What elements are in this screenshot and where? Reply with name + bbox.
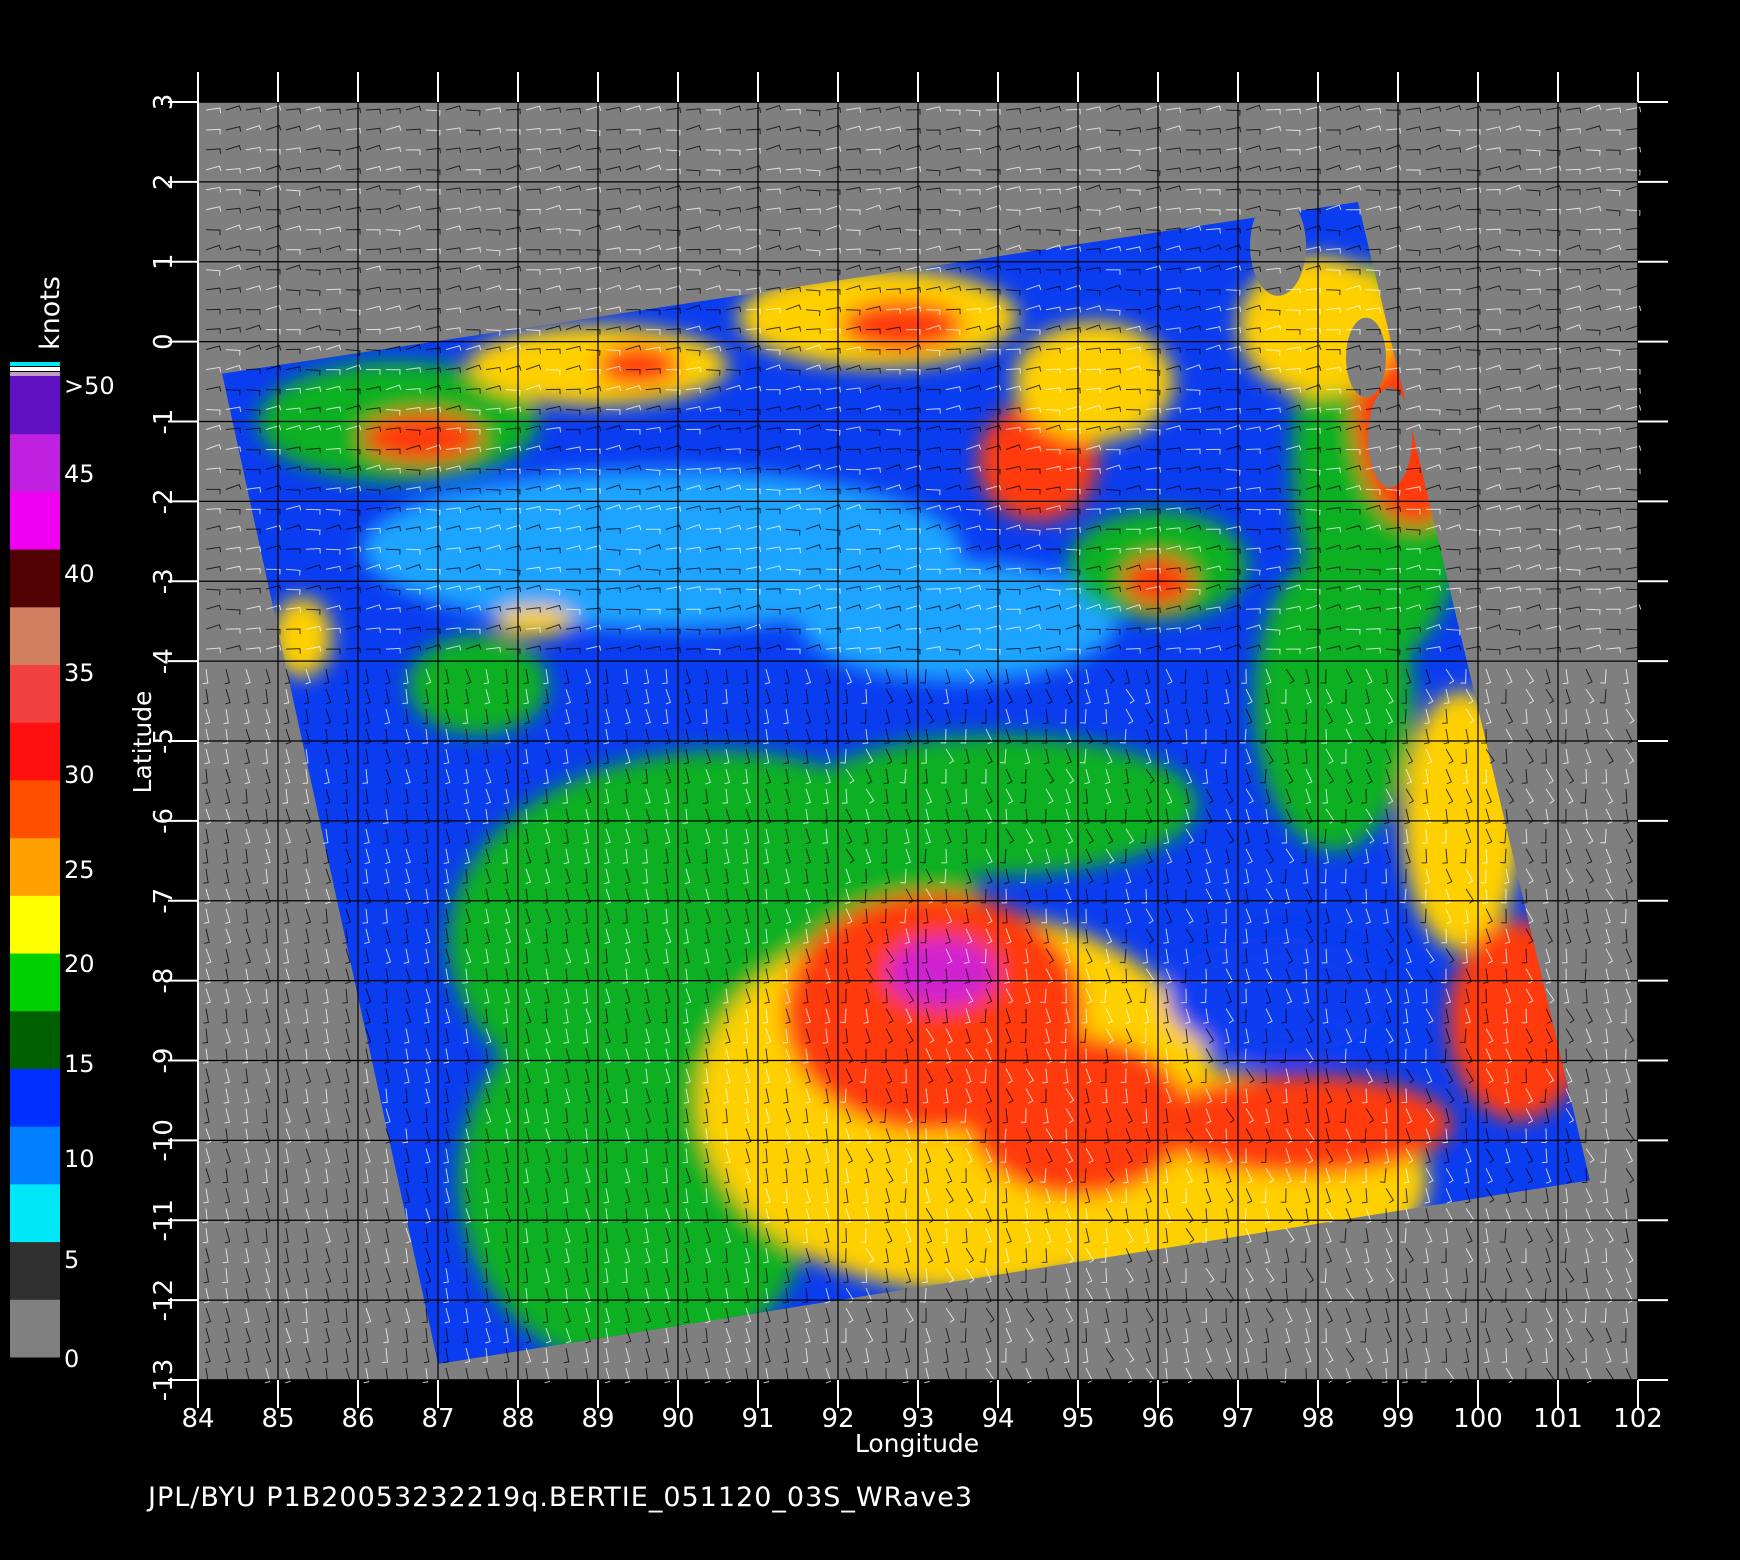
x-tick-label: 94 <box>981 1404 1014 1434</box>
colorbar-label: >50 <box>64 372 115 400</box>
x-axis-label: Longitude <box>855 1429 979 1458</box>
x-tick-label: 87 <box>421 1404 454 1434</box>
x-tick-label: 97 <box>1221 1404 1254 1434</box>
colorbar-label: 25 <box>64 856 95 884</box>
colorbar-swatch <box>10 1241 60 1300</box>
colorbar-swatch <box>10 376 60 435</box>
x-tick-label: 99 <box>1381 1404 1414 1434</box>
y-tick-label: -4 <box>149 648 179 674</box>
colorbar-label: 40 <box>64 560 95 588</box>
y-tick-label: 0 <box>149 333 179 350</box>
y-tick-label: -10 <box>149 1119 179 1161</box>
colorbar-label: 30 <box>64 761 95 789</box>
wind-region <box>798 561 1118 682</box>
x-tick-label: 95 <box>1061 1404 1094 1434</box>
colorbar-swatch <box>10 433 60 492</box>
y-tick-label: 1 <box>149 253 179 270</box>
x-tick-label: 102 <box>1613 1404 1663 1434</box>
colorbar <box>10 362 60 1358</box>
colorbar-swatch <box>10 362 60 366</box>
y-tick-label: 3 <box>149 94 179 111</box>
colorbar-swatch <box>10 1126 60 1185</box>
y-tick-label: -6 <box>149 808 179 834</box>
colorbar-swatch <box>10 1299 60 1358</box>
y-tick-label: -13 <box>149 1359 179 1401</box>
colorbar-label: 15 <box>64 1050 95 1078</box>
colorbar-swatch <box>10 779 60 839</box>
wind-peak <box>887 937 997 1008</box>
colorbar-label: 45 <box>64 460 95 488</box>
colorbar-swatch <box>10 372 60 376</box>
x-tick-label: 100 <box>1453 1404 1503 1434</box>
y-axis-label: Latitude <box>128 691 157 794</box>
wind-region <box>598 345 678 386</box>
colorbar-labels: >50 45 40 35 30 25 20 15 10 5 0 <box>64 372 115 1373</box>
colorbar-swatch <box>10 953 60 1012</box>
x-tick-label: 101 <box>1533 1404 1583 1434</box>
land-mask <box>1368 387 1412 488</box>
x-tick-label: 91 <box>741 1404 774 1434</box>
colorbar-label: 35 <box>64 659 95 687</box>
colorbar-label: 20 <box>64 950 95 978</box>
wind-map: 84 85 86 87 88 89 90 91 92 93 94 95 96 97 98 99 100 101 10… <box>10 72 1668 1458</box>
wind-region <box>408 635 548 736</box>
y-tick-label: -3 <box>149 568 179 594</box>
x-tick-label: 86 <box>341 1404 374 1434</box>
x-tick-label: 85 <box>261 1404 294 1434</box>
x-tick-label: 88 <box>501 1404 534 1434</box>
y-tick-label: 2 <box>149 174 179 191</box>
colorbar-unit: knots <box>35 276 66 350</box>
y-tick-label: -2 <box>149 488 179 514</box>
x-tick-label: 96 <box>1141 1404 1174 1434</box>
colorbar-label: 10 <box>64 1145 95 1173</box>
wind-region <box>1168 936 1388 1057</box>
x-tick-label: 98 <box>1301 1404 1334 1434</box>
x-tick-label: 89 <box>581 1404 614 1434</box>
y-tick-label: -9 <box>149 1048 179 1074</box>
colorbar-label: 0 <box>64 1345 79 1373</box>
wind-region <box>1014 321 1174 442</box>
colorbar-swatch <box>10 895 60 954</box>
colorbar-swatch <box>10 1010 60 1069</box>
wind-region <box>842 300 962 351</box>
colorbar-swatch <box>10 664 60 723</box>
y-tick-label: -8 <box>149 968 179 994</box>
colorbar-swatch <box>10 491 60 550</box>
y-tick-label: -11 <box>149 1199 179 1241</box>
wind-region <box>1152 1074 1452 1175</box>
colorbar-swatch <box>10 837 60 896</box>
x-tick-label: 84 <box>181 1404 214 1434</box>
colorbar-swatch <box>10 1183 60 1243</box>
colorbar-swatch <box>10 1068 60 1127</box>
wind-region <box>494 606 574 637</box>
y-tick-label: -1 <box>149 409 179 435</box>
colorbar-swatch <box>10 722 60 781</box>
colorbar-swatch <box>10 606 60 666</box>
colorbar-label: 5 <box>64 1246 79 1274</box>
x-tick-label: 90 <box>661 1404 694 1434</box>
x-tick-label: 92 <box>821 1404 854 1434</box>
colorbar-swatch <box>10 549 60 608</box>
y-tick-label: -7 <box>149 888 179 914</box>
y-tick-label: -12 <box>149 1279 179 1321</box>
product-title: JPL/BYU P1B20053232219q.BERTIE_051120_03… <box>148 1482 974 1513</box>
colorbar-swatch <box>10 367 60 371</box>
